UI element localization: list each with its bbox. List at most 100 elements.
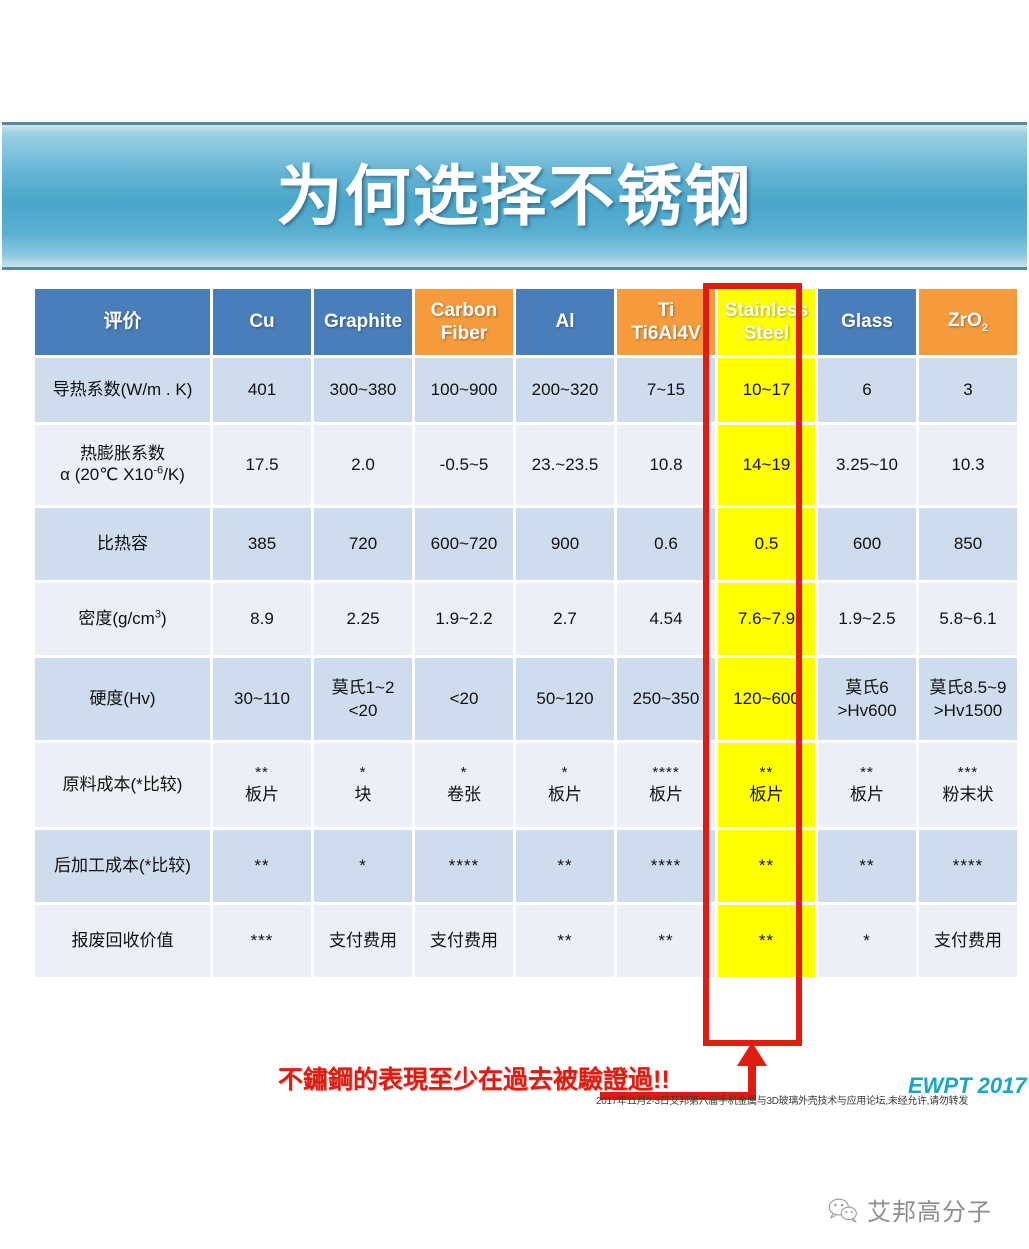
cell-r6-c0: ** (213, 830, 311, 902)
table-row: 报废回收价值 *** 支付费用 支付费用 ** ** ** * 支付费用 (35, 905, 1017, 977)
column-header-carbon-fiber: Carbon Fiber (415, 289, 513, 355)
cell-r1-c6: 3.25~10 (818, 425, 916, 505)
row-label-thermal-expansion: 热膨胀系数 α (20℃ X10-6/K) (35, 425, 210, 505)
cell-r1-c4: 10.8 (617, 425, 715, 505)
cell-r3-c2: 1.9~2.2 (415, 583, 513, 655)
cell-r3-c0: 8.9 (213, 583, 311, 655)
cell-line1: 莫氏8.5~9 (929, 678, 1007, 698)
cell-form: 板片 (649, 784, 683, 804)
cell-r0-c5-stainless: 10~17 (718, 358, 815, 422)
cell-line1: 莫氏1~2 (331, 678, 395, 698)
table-row: 比热容 385 720 600~720 900 0.6 0.5 600 850 (35, 508, 1017, 580)
slide-title-banner: 为何选择不锈钢 (2, 122, 1027, 270)
column-header-label-line2: Steel (743, 323, 790, 344)
slide-canvas: 为何选择不锈钢 评价 Cu Graphite Carbon Fiber Al T… (0, 0, 1029, 1249)
column-header-label: Graphite (323, 311, 403, 333)
cell-r0-c7: 3 (919, 358, 1017, 422)
row-label-line2: α (20℃ X10-6/K) (60, 464, 185, 485)
column-header-stainless-steel: Stainless Steel (718, 289, 815, 355)
cell-r6-c6: ** (818, 830, 916, 902)
row-label-specific-heat: 比热容 (35, 508, 210, 580)
cell-r2-c6: 600 (818, 508, 916, 580)
cell-line2: >Hv600 (837, 701, 897, 720)
cell-form: 板片 (548, 784, 582, 804)
cell-r2-c2: 600~720 (415, 508, 513, 580)
cell-r4-c2: <20 (415, 658, 513, 740)
cell-r3-c4: 4.54 (617, 583, 715, 655)
row-label-postprocess-cost: 后加工成本(*比较) (35, 830, 210, 902)
column-header-graphite: Graphite (314, 289, 412, 355)
column-header-label-line2: Fiber (440, 323, 488, 344)
cell-r1-c3: 23.~23.5 (516, 425, 614, 505)
cell-stars: ** (759, 764, 774, 782)
column-header-label: Glass (841, 311, 893, 333)
cell-r4-c0: 30~110 (213, 658, 311, 740)
row-label-raw-material-cost: 原料成本(*比较) (35, 743, 210, 827)
column-header-label: Cu (249, 311, 275, 333)
cell-r4-c5-stainless: 120~600 (718, 658, 815, 740)
slide-title: 为何选择不锈钢 (276, 159, 753, 233)
cell-r2-c7: 850 (919, 508, 1017, 580)
cell-r3-c7: 5.8~6.1 (919, 583, 1017, 655)
column-header-label: 评价 (103, 311, 142, 333)
row-label-hardness: 硬度(Hv) (35, 658, 210, 740)
cell-form: 块 (354, 784, 372, 804)
cell-r2-c5-stainless: 0.5 (718, 508, 815, 580)
cell-r7-c5-stainless: ** (718, 905, 815, 977)
cell-form: 粉末状 (942, 784, 994, 804)
cell-line2: >Hv1500 (933, 701, 1003, 720)
table-header-row-group: 评价 Cu Graphite Carbon Fiber Al Ti Ti6Al4… (35, 289, 1017, 355)
cell-r2-c0: 385 (213, 508, 311, 580)
cell-r7-c4: ** (617, 905, 715, 977)
cell-r7-c0: *** (213, 905, 311, 977)
cell-r4-c7: 莫氏8.5~9 >Hv1500 (919, 658, 1017, 740)
cell-line1: 莫氏6 (845, 678, 889, 698)
table-row: 热膨胀系数 α (20℃ X10-6/K) 17.5 2.0 -0.5~5 23… (35, 425, 1017, 505)
cell-r1-c5-stainless: 14~19 (718, 425, 815, 505)
cell-r0-c3: 200~320 (516, 358, 614, 422)
cell-r1-c0: 17.5 (213, 425, 311, 505)
cell-r2-c3: 900 (516, 508, 614, 580)
column-header-al: Al (516, 289, 614, 355)
callout-annotation-text: 不鏽鋼的表現至少在過去被驗證過!! (278, 1066, 670, 1094)
cell-r1-c2: -0.5~5 (415, 425, 513, 505)
cell-r0-c1: 300~380 (314, 358, 412, 422)
row-label-density: 密度(g/cm3) (35, 583, 210, 655)
column-header-label-line1: Stainless (724, 299, 809, 321)
cell-r5-c1: * 块 (314, 743, 412, 827)
cell-r7-c6: * (818, 905, 916, 977)
cell-form: 板片 (749, 784, 784, 804)
event-watermark: EWPT 2017 (908, 1073, 1027, 1098)
table-row: 硬度(Hv) 30~110 莫氏1~2 <20 <20 50~120 250~3… (35, 658, 1017, 740)
table-row: 后加工成本(*比较) ** * **** ** **** ** ** **** (35, 830, 1017, 902)
cell-r0-c0: 401 (213, 358, 311, 422)
cell-r5-c0: ** 板片 (213, 743, 311, 827)
cell-r2-c4: 0.6 (617, 508, 715, 580)
cell-r6-c3: ** (516, 830, 614, 902)
cell-r6-c4: **** (617, 830, 715, 902)
cell-r6-c7: **** (919, 830, 1017, 902)
column-header-label-line2: Ti6Al4V (631, 323, 701, 344)
cell-stars: **** (652, 764, 680, 782)
brand-footer: 艾邦高分子 (828, 1192, 992, 1227)
column-header-zro2: ZrO2 (919, 289, 1017, 355)
cell-r3-c6: 1.9~2.5 (818, 583, 916, 655)
cell-r5-c7: *** 粉末状 (919, 743, 1017, 827)
row-label-thermal-conductivity: 导热系数(W/m . K) (35, 358, 210, 422)
cell-stars: * (561, 764, 569, 782)
column-header-cu: Cu (213, 289, 311, 355)
cell-stars: ** (255, 764, 269, 782)
cell-r4-c3: 50~120 (516, 658, 614, 740)
cell-r7-c3: ** (516, 905, 614, 977)
cell-r4-c6: 莫氏6 >Hv600 (818, 658, 916, 740)
cell-r4-c4: 250~350 (617, 658, 715, 740)
row-label-scrap-value: 报废回收价值 (35, 905, 210, 977)
material-comparison-table: 评价 Cu Graphite Carbon Fiber Al Ti Ti6Al4… (32, 286, 1020, 980)
cell-r6-c2: **** (415, 830, 513, 902)
table-row: 密度(g/cm3) 8.9 2.25 1.9~2.2 2.7 4.54 7.6~… (35, 583, 1017, 655)
cell-r5-c6: ** 板片 (818, 743, 916, 827)
column-header-label: Al (555, 311, 575, 333)
cell-r5-c2: * 卷张 (415, 743, 513, 827)
table-row: 原料成本(*比较) ** 板片 * 块 * 卷张 * 板片 **** 板片 **… (35, 743, 1017, 827)
cell-r7-c1: 支付费用 (314, 905, 412, 977)
